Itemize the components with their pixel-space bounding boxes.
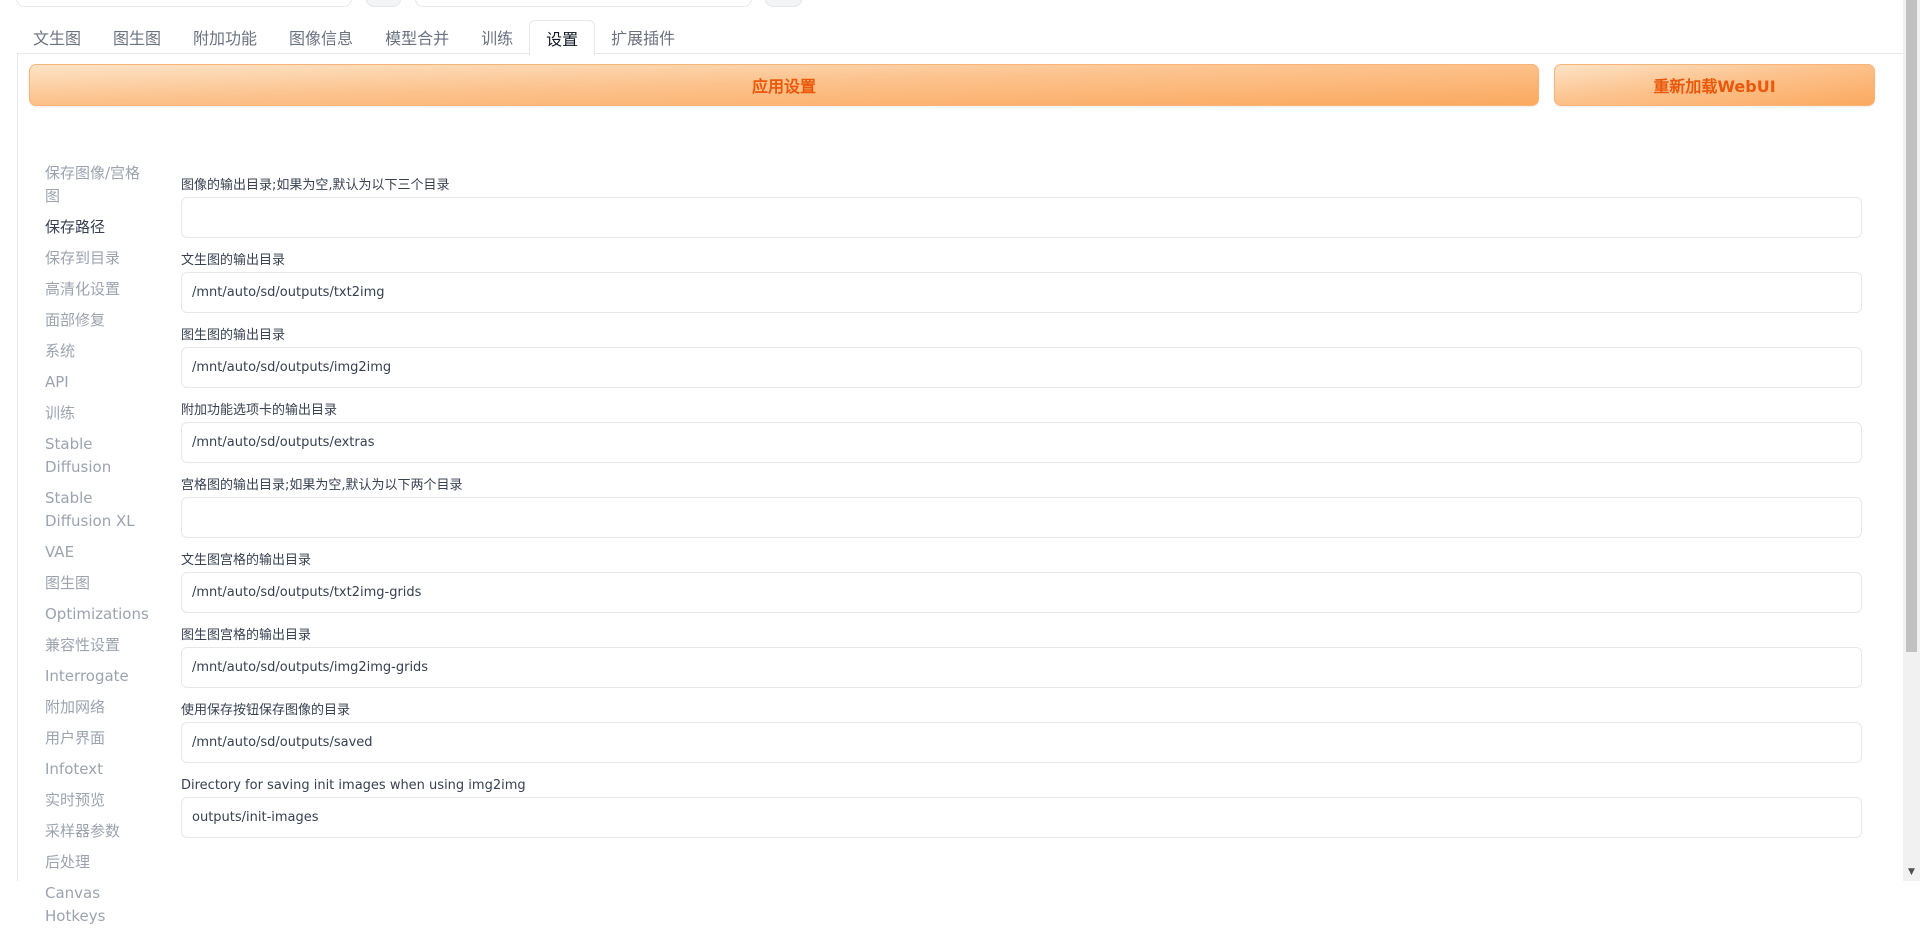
sidebar-item[interactable]: 面部修复: [45, 309, 155, 332]
sidebar-item[interactable]: 后处理: [45, 851, 155, 874]
field-label: Directory for saving init images when us…: [181, 778, 526, 793]
field-label: 图像的输出目录;如果为空,默认为以下三个目录: [181, 178, 450, 193]
sidebar-item[interactable]: 保存到目录: [45, 247, 155, 270]
sidebar-item[interactable]: 实时预览: [45, 789, 155, 812]
path-input[interactable]: [181, 647, 1862, 688]
sidebar-item[interactable]: 采样器参数: [45, 820, 155, 843]
field-label: 文生图宫格的输出目录: [181, 553, 312, 568]
sidebar-item[interactable]: API: [45, 371, 155, 394]
field-label: 附加功能选项卡的输出目录: [181, 403, 338, 418]
sidebar-item[interactable]: 附加网络: [45, 696, 155, 719]
setting-field: 文生图宫格的输出目录: [181, 553, 1862, 628]
path-input[interactable]: [181, 197, 1862, 238]
sidebar-item[interactable]: 用户界面: [45, 727, 155, 750]
path-input[interactable]: [181, 497, 1862, 538]
sidebar-item[interactable]: Stable Diffusion: [45, 433, 155, 479]
setting-field: 文生图的输出目录: [181, 253, 1862, 328]
path-input[interactable]: [181, 272, 1862, 313]
path-input[interactable]: [181, 572, 1862, 613]
tab-5[interactable]: 训练: [465, 20, 529, 54]
sidebar-item[interactable]: 图生图: [45, 572, 155, 595]
tab-3[interactable]: 图像信息: [273, 20, 369, 54]
tab-2[interactable]: 附加功能: [177, 20, 273, 54]
setting-field: 使用保存按钮保存图像的目录: [181, 703, 1862, 778]
field-label: 宫格图的输出目录;如果为空,默认为以下两个目录: [181, 478, 463, 493]
reload-webui-button[interactable]: 重新加载WebUI: [1554, 64, 1875, 106]
sidebar-item[interactable]: 高清化设置: [45, 278, 155, 301]
tab-divider: [17, 53, 1904, 54]
setting-field: 宫格图的输出目录;如果为空,默认为以下两个目录: [181, 478, 1862, 553]
scroll-down-icon[interactable]: ▼: [1903, 864, 1920, 881]
apply-settings-button[interactable]: 应用设置: [29, 64, 1539, 106]
path-input[interactable]: [181, 722, 1862, 763]
settings-fields: 图像的输出目录;如果为空,默认为以下三个目录文生图的输出目录图生图的输出目录附加…: [181, 178, 1862, 853]
path-input[interactable]: [181, 347, 1862, 388]
tab-0[interactable]: 文生图: [17, 20, 97, 54]
sidebar-item[interactable]: Infotext: [45, 758, 155, 781]
field-label: 图生图宫格的输出目录: [181, 628, 312, 643]
scrollbar-thumb[interactable]: [1906, 0, 1917, 652]
path-input[interactable]: [181, 797, 1862, 838]
field-label: 使用保存按钮保存图像的目录: [181, 703, 351, 718]
sidebar-item[interactable]: Stable Diffusion XL: [45, 487, 155, 533]
settings-button[interactable]: [765, 0, 802, 7]
sidebar-item[interactable]: Canvas Hotkeys: [45, 882, 155, 928]
setting-field: 图像的输出目录;如果为空,默认为以下三个目录: [181, 178, 1862, 253]
main-tabs: 文生图 图生图 附加功能 图像信息 模型合并 训练 设置 扩展插件: [17, 20, 691, 56]
refresh-button[interactable]: [366, 0, 401, 7]
sidebar-item[interactable]: 兼容性设置: [45, 634, 155, 657]
sidebar-item[interactable]: 系统: [45, 340, 155, 363]
sidebar-item[interactable]: Interrogate: [45, 665, 155, 688]
sidebar-item[interactable]: 训练: [45, 402, 155, 425]
tab-4[interactable]: 模型合并: [369, 20, 465, 54]
sidebar-item[interactable]: 保存路径: [45, 216, 155, 239]
setting-field: 图生图的输出目录: [181, 328, 1862, 403]
vae-select[interactable]: [415, 0, 752, 7]
tab-7[interactable]: 扩展插件: [595, 20, 691, 54]
settings-sidebar: 保存图像/宫格图保存路径保存到目录高清化设置面部修复系统 API 训练 Stable …: [45, 162, 155, 936]
sidebar-item[interactable]: Optimizations: [45, 603, 155, 626]
setting-field: 附加功能选项卡的输出目录: [181, 403, 1862, 478]
setting-field: 图生图宫格的输出目录: [181, 628, 1862, 703]
model-select[interactable]: [16, 0, 352, 7]
sidebar-item[interactable]: 保存图像/宫格图: [45, 162, 155, 208]
field-label: 图生图的输出目录: [181, 328, 286, 343]
field-label: 文生图的输出目录: [181, 253, 286, 268]
tab-1[interactable]: 图生图: [97, 20, 177, 54]
page-scrollbar[interactable]: ▼: [1903, 0, 1920, 881]
setting-field: Directory for saving init images when us…: [181, 778, 1862, 853]
path-input[interactable]: [181, 422, 1862, 463]
sidebar-item[interactable]: VAE: [45, 541, 155, 564]
panel-border: [17, 53, 18, 881]
tab-6[interactable]: 设置: [529, 20, 596, 56]
